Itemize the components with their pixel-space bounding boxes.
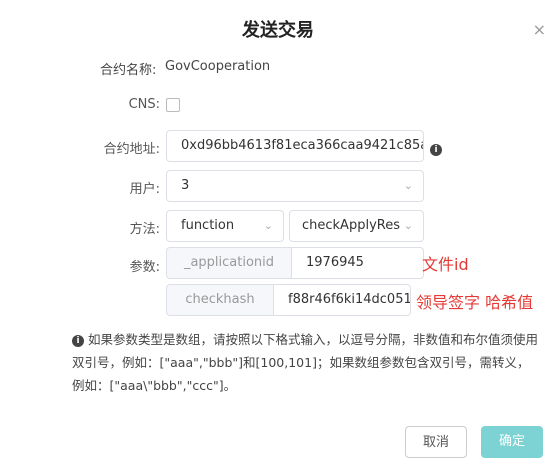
annotation-leader-sign-hash: 领导签字 哈希值	[416, 293, 534, 312]
cns-checkbox[interactable]	[166, 98, 180, 112]
contract-address-value: 0xd96bb4613f81eca366caa9421c85a	[181, 138, 424, 153]
params-label: 参数:	[129, 260, 160, 275]
confirm-button[interactable]: 确定	[481, 426, 543, 458]
user-value: 3	[181, 178, 190, 193]
cancel-button[interactable]: 取消	[405, 426, 467, 458]
param-value-checkhash[interactable]: f88r46f6ki14dc0514	[274, 284, 411, 316]
chevron-down-icon: ⌄	[263, 219, 273, 232]
info-icon[interactable]: i	[430, 139, 442, 158]
method-name-select[interactable]: checkApplyRes ⌄	[289, 210, 424, 242]
annotation-file-id: 文件id	[422, 255, 469, 274]
array-format-note: i 如果参数类型是数组，请按照以下格式输入，以逗号分隔，非数值和布尔值须使用双引…	[72, 328, 540, 397]
contract-name-label: 合约名称:	[100, 63, 157, 78]
dialog-title: 发送交易	[242, 20, 314, 41]
note-text: 如果参数类型是数组，请按照以下格式输入，以逗号分隔，非数值和布尔值须使用双引号，…	[72, 332, 538, 393]
param-value-text: f88r46f6ki14dc0514	[288, 292, 411, 307]
user-label: 用户:	[129, 182, 160, 197]
param-value-applicationid[interactable]: 1976945	[292, 247, 424, 279]
param-value-text: 1976945	[306, 255, 364, 270]
cns-label: CNS:	[128, 97, 160, 112]
method-name-value: checkApplyRes	[302, 218, 400, 233]
chevron-down-icon: ⌄	[403, 179, 413, 192]
user-select[interactable]: 3 ⌄	[166, 170, 424, 202]
chevron-down-icon: ⌄	[401, 211, 413, 241]
param-name-checkhash: checkhash	[166, 284, 274, 316]
method-label: 方法:	[129, 222, 160, 237]
close-icon[interactable]: ×	[533, 20, 546, 39]
contract-name-value: GovCooperation	[165, 59, 271, 74]
param-name-applicationid: _applicationid	[166, 247, 292, 279]
info-icon: i	[72, 334, 84, 347]
method-type-value: function	[181, 218, 235, 233]
contract-address-input[interactable]: 0xd96bb4613f81eca366caa9421c85a	[166, 130, 424, 162]
method-type-select[interactable]: function ⌄	[166, 210, 284, 242]
contract-address-label: 合约地址:	[103, 142, 160, 157]
